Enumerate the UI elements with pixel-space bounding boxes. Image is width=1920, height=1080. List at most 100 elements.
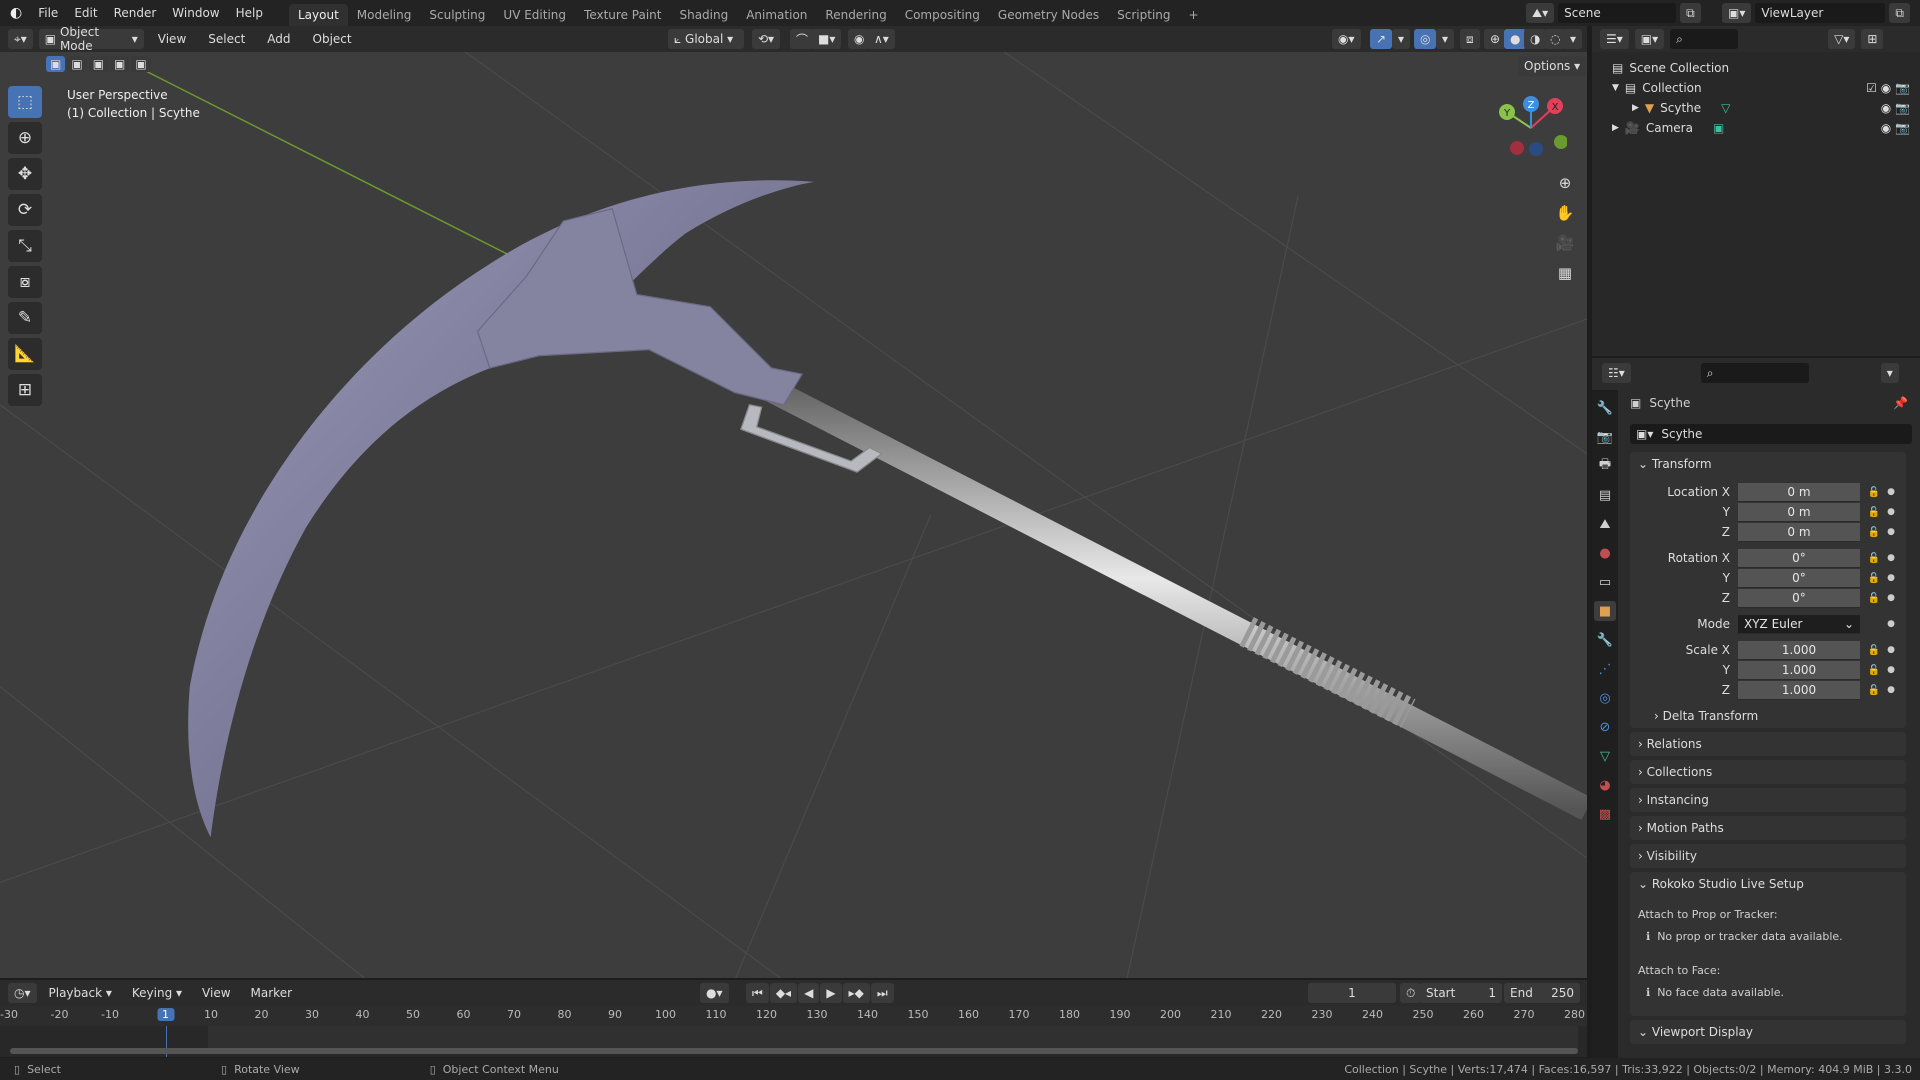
keyframe-dot-icon[interactable]: ● [1884,619,1898,629]
expand-arrow-icon[interactable]: ▶ [1632,103,1639,113]
play-icon[interactable]: ▶ [820,983,842,1003]
menu-timeline-view[interactable]: View [194,986,238,1000]
timeline-editor-type-icon[interactable]: ◷▾ [8,983,37,1003]
menu-marker[interactable]: Marker [243,986,300,1000]
tab-sculpting[interactable]: Sculpting [420,4,494,26]
exclude-checkbox[interactable]: ☑ [1866,81,1877,95]
rotation-y-field[interactable]: 0° [1738,568,1860,588]
material-tab-icon[interactable]: ◕ [1594,775,1616,795]
mesh-data-icon[interactable]: ▽ [1721,101,1730,115]
properties-editor-type-icon[interactable]: ☷▾ [1602,363,1631,383]
output-tab-icon[interactable]: 🖶 [1594,456,1616,476]
render-tab-icon[interactable]: 📷 [1594,427,1616,447]
auto-keying-icon[interactable]: ●▾ [700,983,729,1003]
properties-options-icon[interactable]: ▾ [1880,363,1899,383]
motion-paths-header[interactable]: › Motion Paths [1630,816,1906,840]
timeline-scrollbar[interactable] [10,1048,1578,1054]
scale-x-field[interactable]: 1.000 [1738,640,1860,660]
lock-icon[interactable]: 🔓 [1864,487,1884,498]
display-mode-icon[interactable]: ▣▾ [1634,29,1665,49]
delta-transform-header[interactable]: › Delta Transform [1630,704,1906,728]
pin-icon[interactable]: 📌 [1893,396,1908,410]
keyframe-dot-icon[interactable]: ● [1884,573,1898,583]
lock-icon[interactable]: 🔓 [1864,685,1884,696]
collection-tab-icon[interactable]: ▭ [1594,572,1616,592]
outliner-row-collection[interactable]: ▼ ▤ Collection ☑ ◉ 📷 [1612,78,1920,98]
rotation-mode-dropdown[interactable]: XYZ Euler ⌄ [1738,614,1860,634]
tab-texture-paint[interactable]: Texture Paint [575,4,670,26]
gizmo-dropdown-icon[interactable]: ▾ [1392,29,1411,49]
select-invert-icon[interactable]: ▣ [110,56,130,72]
rotation-z-field[interactable]: 0° [1738,588,1860,608]
keyframe-dot-icon[interactable]: ● [1884,527,1898,537]
physics-tab-icon[interactable]: ◎ [1594,688,1616,708]
cursor-tool-icon[interactable]: ⊕ [8,122,42,154]
eye-icon[interactable]: ◉ [1881,121,1891,135]
snap-icon[interactable]: ⌒ [790,29,815,49]
tab-scripting[interactable]: Scripting [1108,4,1179,26]
menu-edit[interactable]: Edit [66,6,105,20]
particles-tab-icon[interactable]: ⋰ [1594,659,1616,679]
jump-start-icon[interactable]: ⏮ [746,983,769,1003]
tab-compositing[interactable]: Compositing [896,4,989,26]
tab-uv-editing[interactable]: UV Editing [494,4,575,26]
select-box-tool-icon[interactable]: ⬚ [8,86,42,118]
timeline[interactable]: ◷▾ Playback ▾ Keying ▾ View Marker ●▾ ⏮ … [0,980,1587,1057]
tab-shading[interactable]: Shading [670,4,737,26]
lock-icon[interactable]: 🔓 [1864,645,1884,656]
menu-window[interactable]: Window [164,6,227,20]
eye-icon[interactable]: ◉ [1881,81,1891,95]
orientation-dropdown[interactable]: ⟀ Global ▾ [668,29,744,49]
keyframe-dot-icon[interactable]: ● [1884,553,1898,563]
outliner-row-camera[interactable]: ▶ 🎥 Camera ▣ ◉ 📷 [1612,118,1920,138]
expand-arrow-icon[interactable]: ▼ [1612,83,1619,93]
location-z-field[interactable]: 0 m [1738,522,1860,542]
object-tab-icon[interactable]: ■ [1594,601,1616,621]
menu-playback[interactable]: Playback ▾ [41,986,120,1000]
render-camera-icon[interactable]: 📷 [1895,101,1910,115]
collections-header[interactable]: › Collections [1630,760,1906,784]
render-camera-icon[interactable]: 📷 [1895,81,1910,95]
scale-y-field[interactable]: 1.000 [1738,660,1860,680]
overlays-dropdown-icon[interactable]: ▾ [1436,29,1455,49]
view-layer-field[interactable]: ViewLayer [1755,3,1886,23]
view-layer-selector-icon[interactable]: ▣▾ [1722,3,1752,23]
shading-dropdown-icon[interactable]: ▾ [1564,29,1583,49]
menu-view[interactable]: View [150,32,194,46]
menu-help[interactable]: Help [228,6,271,20]
filter-icon[interactable]: ▽▾ [1828,29,1856,49]
expand-arrow-icon[interactable]: ▶ [1612,123,1619,133]
scene-field[interactable]: Scene [1558,3,1677,23]
transform-header[interactable]: ⌄ Transform [1630,452,1906,476]
jump-end-icon[interactable]: ⏭ [870,983,894,1003]
lock-icon[interactable]: 🔓 [1864,527,1884,538]
keyframe-dot-icon[interactable]: ● [1884,593,1898,603]
new-view-layer-icon[interactable]: ⧉ [1889,3,1910,23]
snap-target-icon[interactable]: ■▾ [812,29,842,49]
tool-tab-icon[interactable]: 🔧 [1594,398,1616,418]
menu-select[interactable]: Select [200,32,253,46]
3d-viewport[interactable]: User Perspective (1) Collection | Scythe… [0,52,1587,978]
pan-hand-icon[interactable]: ✋ [1552,200,1578,226]
outliner-row-scythe[interactable]: ▶ ▼ Scythe ▽ ◉ 📷 [1612,98,1920,118]
camera-view-icon[interactable]: 🎥 [1552,230,1578,256]
view-layer-tab-icon[interactable]: ▤ [1594,485,1616,505]
outliner-search-input[interactable]: ⌕ [1670,29,1739,49]
start-frame-field[interactable]: Start 1 [1420,983,1502,1003]
location-x-field[interactable]: 0 m [1738,482,1860,502]
zoom-icon[interactable]: ⊕ [1552,170,1578,196]
measure-tool-icon[interactable]: 📐 [8,338,42,370]
next-keyframe-icon[interactable]: ▸◆ [842,983,870,1003]
texture-tab-icon[interactable]: ▩ [1594,804,1616,824]
gizmo-toggle-icon[interactable]: ↗ [1370,29,1393,49]
falloff-icon[interactable]: ∧▾ [868,29,895,49]
world-tab-icon[interactable]: ● [1594,543,1616,563]
visibility-header[interactable]: › Visibility [1630,844,1906,868]
rokoko-header[interactable]: ⌄ Rokoko Studio Live Setup [1630,872,1906,896]
relations-header[interactable]: › Relations [1630,732,1906,756]
tab-modeling[interactable]: Modeling [348,4,421,26]
properties-search-input[interactable]: ⌕ [1700,363,1809,383]
object-type-icon[interactable]: ▣▾ [1636,427,1653,441]
menu-keying[interactable]: Keying ▾ [124,986,190,1000]
move-tool-icon[interactable]: ✥ [8,158,42,190]
